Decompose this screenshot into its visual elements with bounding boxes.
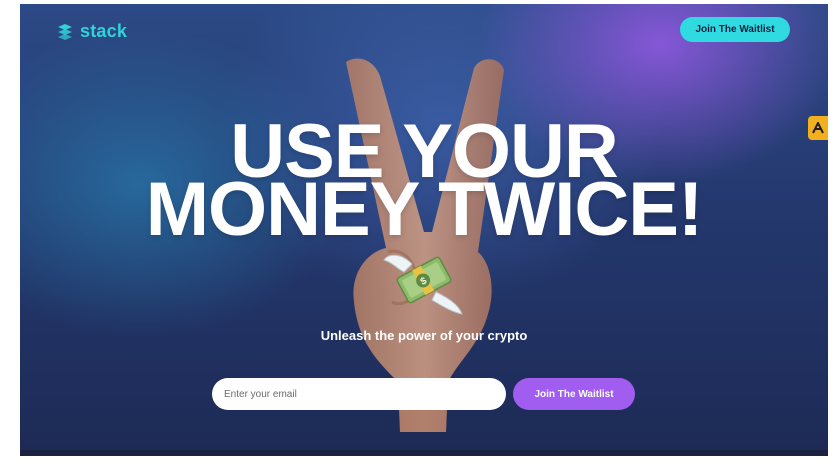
email-input[interactable] [212,378,506,410]
brand-logo[interactable]: stack [56,21,127,42]
browser-viewport: stack Join The Waitlist USE YOUR MONEY T… [0,0,834,462]
join-waitlist-button[interactable]: Join The Waitlist [513,378,635,410]
header-join-waitlist-button[interactable]: Join The Waitlist [680,17,790,42]
extension-a-icon [812,122,824,134]
headline-line-2: MONEY TWICE! [145,167,704,252]
brand-name: stack [80,21,128,41]
page-bottom-divider [20,450,828,456]
extension-widget[interactable] [808,116,828,140]
money-with-wings-icon: $ [383,254,463,315]
hero-tagline: Unleash the power of your crypto [320,328,528,343]
hero-section: stack Join The Waitlist USE YOUR MONEY T… [20,4,828,456]
stack-logo-icon [58,23,72,40]
